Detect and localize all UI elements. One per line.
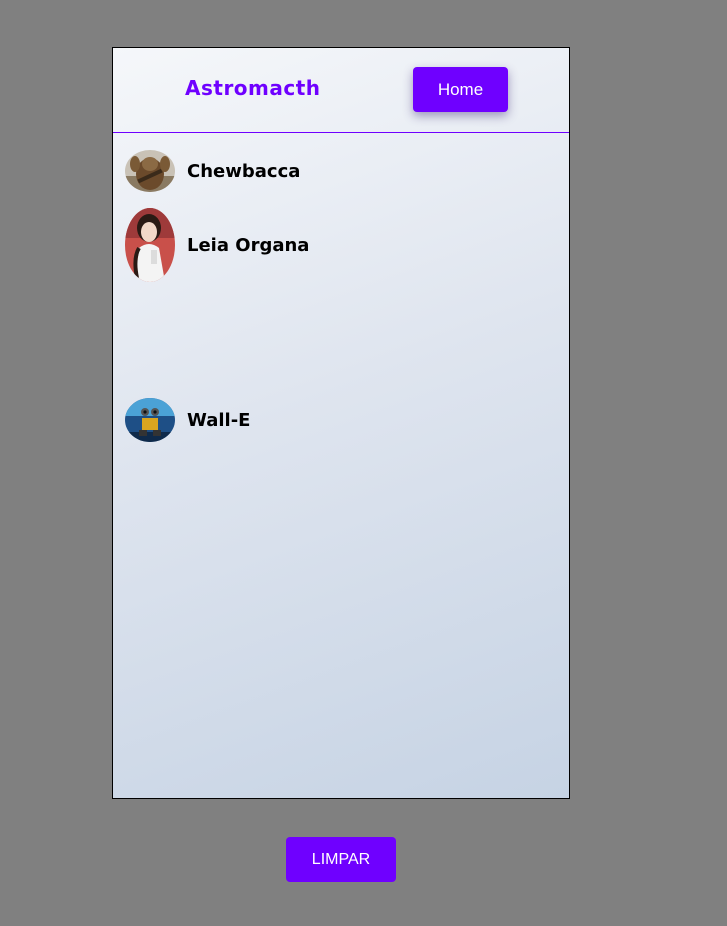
wall-e-avatar <box>125 398 175 442</box>
home-button[interactable]: Home <box>413 67 508 112</box>
app-frame: Astromacth Home Chewbacca Leia Organa Wa… <box>112 47 570 799</box>
character-name: Leia Organa <box>187 234 310 256</box>
leia-avatar <box>125 208 175 282</box>
list-item-wall-e[interactable]: Wall-E <box>125 380 250 460</box>
list-item-leia-organa[interactable]: Leia Organa <box>125 205 309 285</box>
chewbacca-avatar <box>125 150 175 192</box>
character-name: Wall-E <box>187 409 251 431</box>
clear-button[interactable]: LIMPAR <box>286 837 396 882</box>
header: Astromacth Home <box>113 48 569 133</box>
brand-title: Astromacth <box>185 76 321 100</box>
character-name: Chewbacca <box>187 160 301 182</box>
list-item-chewbacca[interactable]: Chewbacca <box>125 131 300 211</box>
